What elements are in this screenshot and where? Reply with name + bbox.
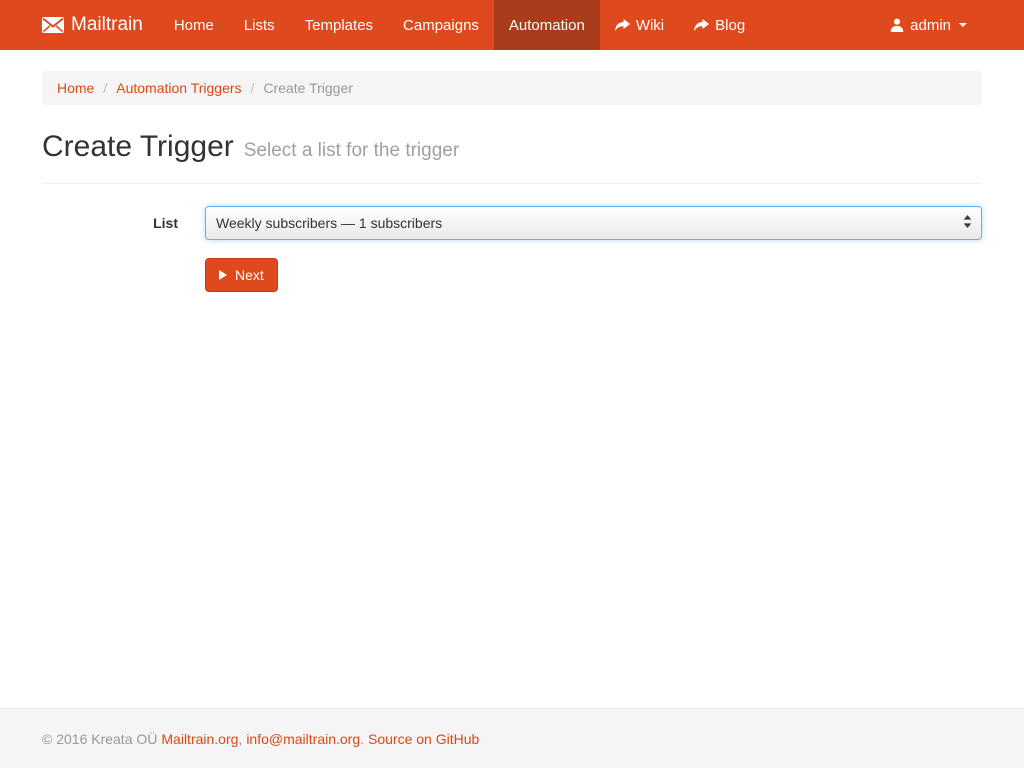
- breadcrumb-home-link[interactable]: Home: [57, 78, 94, 98]
- list-field-label: List: [42, 206, 205, 240]
- main-nav: Home Lists Templates Campaigns Automatio…: [159, 0, 760, 50]
- nav-item-lists[interactable]: Lists: [229, 0, 290, 50]
- nav-item-label: Home: [174, 17, 214, 34]
- nav-item-label: Blog: [715, 17, 745, 34]
- nav-item-label: Templates: [305, 17, 373, 34]
- actions-row: Next: [42, 258, 982, 292]
- chevron-down-icon: [959, 23, 967, 27]
- nav-item-campaigns[interactable]: Campaigns: [388, 0, 494, 50]
- top-navbar: Mailtrain Home Lists Templates Campaigns…: [0, 0, 1024, 50]
- page-title: Create Trigger: [42, 130, 234, 163]
- source-github-link[interactable]: Source on GitHub: [368, 731, 479, 747]
- breadcrumb-separator: /: [242, 78, 264, 98]
- share-icon: [694, 19, 709, 32]
- next-button-label: Next: [235, 267, 264, 283]
- next-button[interactable]: Next: [205, 258, 278, 292]
- nav-item-label: Lists: [244, 17, 275, 34]
- nav-item-wiki[interactable]: Wiki: [600, 0, 679, 50]
- brand-link[interactable]: Mailtrain: [42, 0, 159, 50]
- nav-item-label: Campaigns: [403, 17, 479, 34]
- footer-separator: .: [360, 731, 364, 747]
- breadcrumb-automation-triggers-link[interactable]: Automation Triggers: [116, 78, 241, 98]
- user-menu[interactable]: admin: [875, 0, 982, 50]
- nav-item-label: Automation: [509, 17, 585, 34]
- brand-label: Mailtrain: [71, 14, 143, 36]
- email-link[interactable]: info@mailtrain.org: [246, 731, 360, 747]
- page-footer: © 2016 Kreata OÜMailtrain.org,info@mailt…: [0, 708, 1024, 768]
- breadcrumb-separator: /: [94, 78, 116, 98]
- list-select-value: Weekly subscribers — 1 subscribers: [216, 215, 442, 231]
- breadcrumb: Home / Automation Triggers / Create Trig…: [42, 71, 982, 105]
- nav-item-blog[interactable]: Blog: [679, 0, 760, 50]
- mailtrain-org-link[interactable]: Mailtrain.org: [161, 731, 238, 747]
- nav-item-label: Wiki: [636, 17, 664, 34]
- select-spinner-icon: [963, 215, 972, 231]
- share-icon: [615, 19, 630, 32]
- user-label: admin: [910, 17, 951, 34]
- nav-item-templates[interactable]: Templates: [290, 0, 388, 50]
- page-header: Create Trigger Select a list for the trig…: [42, 129, 982, 184]
- list-select[interactable]: Weekly subscribers — 1 subscribers: [205, 206, 982, 240]
- play-icon: [219, 270, 227, 280]
- copyright-text: © 2016 Kreata OÜ: [42, 731, 157, 747]
- footer-separator: ,: [238, 731, 242, 747]
- user-icon: [890, 18, 904, 32]
- envelope-icon: [42, 17, 64, 33]
- page-subtitle: Select a list for the trigger: [244, 140, 459, 161]
- list-form-row: List Weekly subscribers — 1 subscribers: [42, 206, 982, 240]
- nav-item-home[interactable]: Home: [159, 0, 229, 50]
- nav-item-automation[interactable]: Automation: [494, 0, 600, 50]
- breadcrumb-current: Create Trigger: [263, 78, 352, 98]
